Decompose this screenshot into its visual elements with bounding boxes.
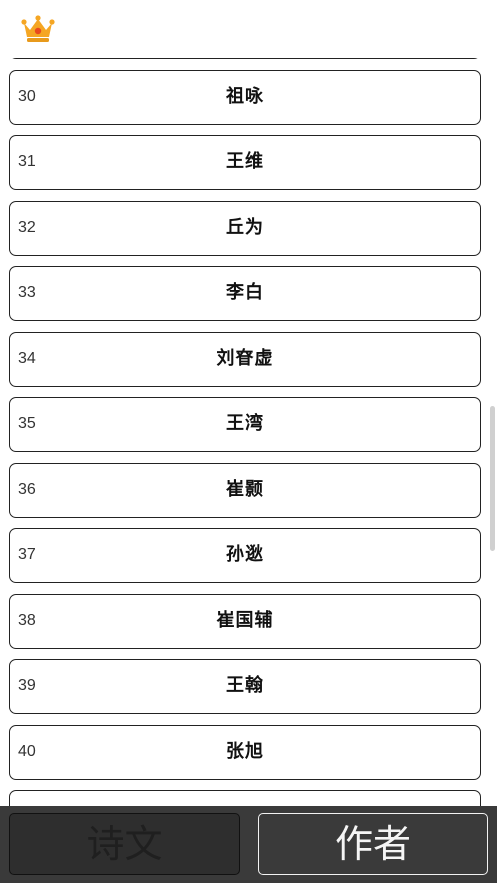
author-list-content: 30 祖咏 31 王维 32 丘为 33 李白 34 刘眘虚 35 王湾 36 崔颢 37 孙逖 38 崔国辅 39… (0, 58, 497, 806)
list-item[interactable]: 32 丘为 (9, 200, 481, 256)
list-item[interactable] (9, 790, 481, 806)
list-item-author-name: 祖咏 (226, 85, 264, 107)
list-item-author-name: 刘眘虚 (216, 347, 274, 369)
author-list[interactable]: 30 祖咏 31 王维 32 丘为 33 李白 34 刘眘虚 35 王湾 36 崔颢 37 孙逖 38 崔国辅 39… (0, 58, 497, 806)
list-item[interactable] (9, 58, 481, 59)
list-item-author-name: 孙逖 (226, 544, 264, 565)
list-item[interactable]: 37 孙逖 (9, 528, 481, 583)
list-item-author-name: 张旭 (226, 740, 264, 762)
top-bar (0, 0, 497, 58)
list-item[interactable]: 35 王湾 (9, 397, 481, 452)
crown-icon[interactable] (20, 13, 56, 45)
list-item[interactable]: 39 王翰 (9, 659, 481, 714)
list-item-author-name: 王湾 (226, 413, 264, 434)
list-item-author-name: 李白 (226, 282, 264, 303)
list-item-author-name: 王维 (226, 151, 264, 172)
list-item[interactable]: 34 刘眘虚 (9, 331, 481, 387)
list-item[interactable]: 36 崔颢 (9, 462, 481, 518)
list-item-author-name: 崔颢 (226, 478, 264, 500)
tab-authors[interactable]: 作者 (258, 813, 488, 875)
list-item[interactable]: 40 张旭 (9, 724, 481, 780)
list-item-author-name: 丘为 (226, 216, 264, 238)
app-screen: 30 祖咏 31 王维 32 丘为 33 李白 34 刘眘虚 35 王湾 36 崔颢 37 孙逖 38 崔国辅 39… (0, 0, 497, 883)
list-item-author-name: 崔国辅 (216, 609, 274, 631)
scrollbar-thumb[interactable] (490, 406, 495, 551)
list-item[interactable]: 38 崔国辅 (9, 593, 481, 649)
list-item-author-name: 王翰 (226, 675, 264, 696)
list-item[interactable]: 30 祖咏 (9, 69, 481, 125)
list-item[interactable]: 33 李白 (9, 266, 481, 321)
list-item[interactable]: 31 王维 (9, 135, 481, 190)
scrollbar[interactable] (490, 58, 495, 806)
tab-poems[interactable]: 诗文 (9, 813, 240, 875)
bottom-tab-bar: 诗文 作者 (0, 806, 497, 883)
